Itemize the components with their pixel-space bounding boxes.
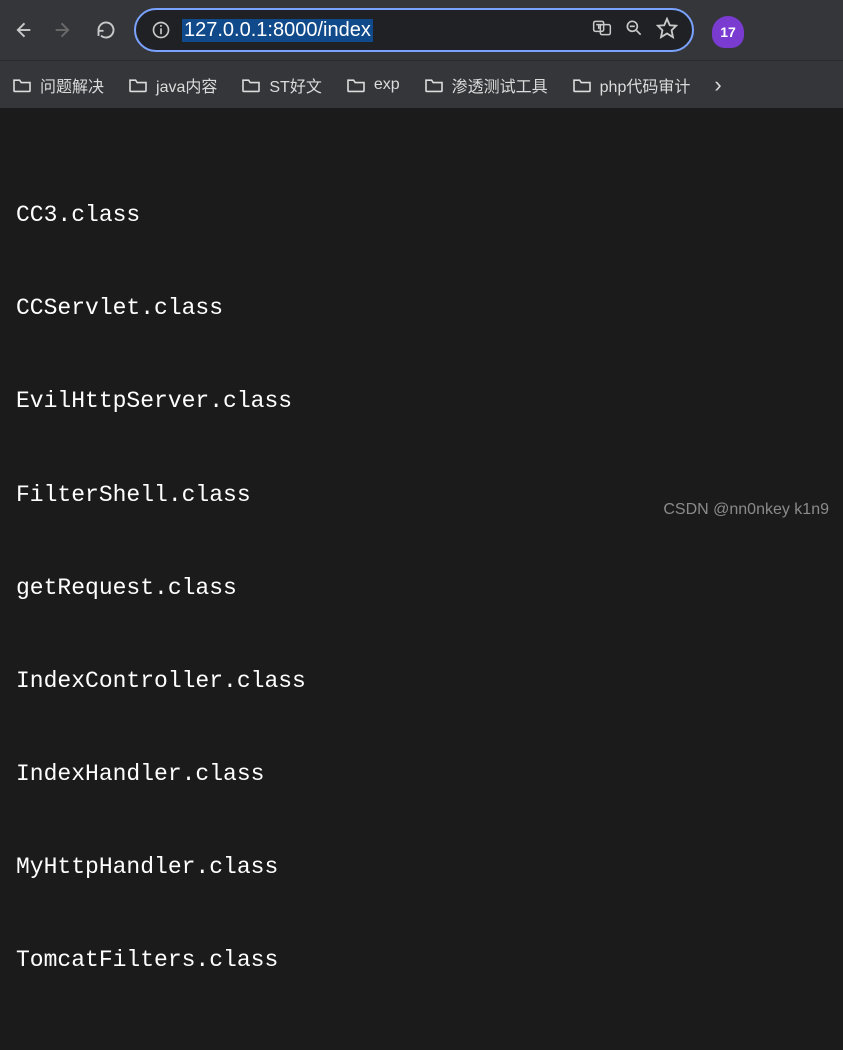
folder-icon [12,77,32,93]
bookmark-folder[interactable]: java内容 [128,73,217,97]
list-item[interactable]: CC3.class [16,200,827,231]
bookmark-label: exp [374,76,400,94]
list-item[interactable]: CCServlet.class [16,293,827,324]
list-item[interactable]: MyHttpHandler.class [16,852,827,883]
folder-icon [346,77,366,93]
bookmark-label: java内容 [156,73,217,97]
bookmark-label: php代码审计 [600,73,691,97]
address-bar[interactable]: 127.0.0.1:8000/index [134,8,694,52]
bookmark-folder[interactable]: ST好文 [241,73,321,97]
directory-listing: CC3.class CCServlet.class EvilHttpServer… [16,138,827,1038]
bookmarks-overflow[interactable]: › [714,72,721,98]
reload-icon [96,20,116,40]
bookmark-label: 渗透测试工具 [452,73,548,97]
bookmark-label: ST好文 [269,73,321,97]
browser-toolbar: 127.0.0.1:8000/index 17 [0,0,843,60]
folder-icon [128,77,148,93]
bookmark-folder[interactable]: 渗透测试工具 [424,73,548,97]
chevron-right-icon: › [714,72,721,98]
forward-button[interactable] [50,16,78,44]
extension-badge-text: 17 [720,24,736,40]
extension-badge[interactable]: 17 [712,16,744,48]
arrow-left-icon [12,20,32,40]
list-item[interactable]: getRequest.class [16,573,827,604]
folder-icon [241,77,261,93]
reload-button[interactable] [92,16,120,44]
folder-icon [572,77,592,93]
bookmark-label: 问题解决 [40,73,104,97]
translate-icon[interactable] [592,18,612,43]
bookmark-folder[interactable]: php代码审计 [572,73,691,97]
bookmark-folder[interactable]: exp [346,76,400,94]
list-item[interactable]: IndexHandler.class [16,759,827,790]
bookmarks-bar: 问题解决 java内容 ST好文 exp 渗透测试工具 php代码审计 › [0,60,843,108]
bookmark-folder[interactable]: 问题解决 [12,73,104,97]
folder-icon [424,77,444,93]
arrow-right-icon [54,20,74,40]
back-button[interactable] [8,16,36,44]
page-viewport: CC3.class CCServlet.class EvilHttpServer… [0,108,843,1050]
list-item[interactable]: TomcatFilters.class [16,945,827,976]
bookmark-star-icon[interactable] [656,17,678,44]
url-text[interactable]: 127.0.0.1:8000/index [182,19,373,42]
site-info-icon[interactable] [150,19,172,41]
list-item[interactable]: IndexController.class [16,666,827,697]
zoom-icon[interactable] [624,18,644,43]
list-item[interactable]: EvilHttpServer.class [16,386,827,417]
watermark: CSDN @nn0nkey k1n9 [663,501,829,519]
